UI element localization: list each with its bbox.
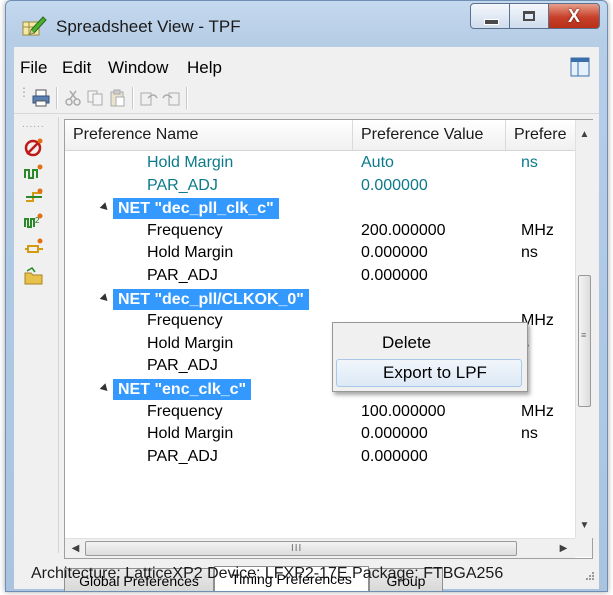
horizontal-scrollbar[interactable]: ◀ III ▶ <box>65 538 575 558</box>
cell-unit: ns <box>521 154 538 171</box>
cell-value: 0.000000 <box>361 425 428 443</box>
side-toolbar: ...... 2 <box>14 117 59 553</box>
cell-name: Hold Margin <box>147 334 234 352</box>
route-icon[interactable] <box>24 237 44 257</box>
cell-name: Hold Margin <box>147 425 234 443</box>
expand-triangle-icon[interactable] <box>99 383 111 394</box>
scroll-grip-icon: ≡ <box>581 330 587 340</box>
cell-value: 0.000000 <box>361 267 428 284</box>
maximize-icon <box>523 11 535 21</box>
status-bar: Architecture: LatticeXP2 Device: LFXP2-1… <box>14 559 599 587</box>
folder-icon[interactable] <box>24 267 44 287</box>
cell-name: Frequency <box>147 402 223 420</box>
cell-value: 200.000000 <box>361 221 446 239</box>
vertical-scrollbar[interactable]: ▲ ≡ ▼ <box>575 120 593 538</box>
cell-value: 0.000000 <box>361 244 428 262</box>
cell-name: PAR_ADJ <box>147 447 218 465</box>
scroll-right-arrow-icon[interactable]: ▶ <box>555 539 572 558</box>
cell-name: Hold Margin <box>147 244 234 262</box>
cell-unit: ns <box>521 244 538 262</box>
scroll-up-arrow-icon[interactable]: ▲ <box>576 126 593 143</box>
cell-value: Auto <box>361 154 394 171</box>
window-title: Spreadsheet View - TPF <box>56 17 241 36</box>
preference-row[interactable]: Hold Margin Auto ns <box>65 152 575 175</box>
menu-bar: File Edit Window Help <box>14 53 599 79</box>
path-icon[interactable] <box>24 187 44 207</box>
cell-name: Frequency <box>147 312 223 330</box>
expand-triangle-icon[interactable] <box>99 292 111 304</box>
vertical-scroll-thumb[interactable]: ≡ <box>578 275 591 407</box>
grid-header: Preference Name Preference Value Prefere <box>65 120 575 151</box>
expand-triangle-icon[interactable] <box>99 202 111 213</box>
client-area: File Edit Window Help ⋮ ...... 2 Prefere… <box>14 47 599 591</box>
menu-help[interactable]: Help <box>187 58 222 78</box>
toolbar-separator <box>132 87 134 109</box>
preference-row[interactable]: PAR_ADJ 0.000000 <box>65 446 575 469</box>
app-window: Spreadsheet View - TPF X File Edit Windo… <box>5 0 608 592</box>
status-text: Architecture: LatticeXP2 Device: LFXP2-1… <box>31 565 504 582</box>
minimize-button[interactable] <box>470 3 510 29</box>
cell-name: Frequency <box>147 221 223 239</box>
preference-row[interactable]: Hold Margin 0.000000 ns <box>65 242 575 265</box>
cell-unit: ns <box>521 425 538 443</box>
pulse-icon[interactable] <box>24 162 44 182</box>
resize-grip-icon[interactable] <box>583 571 595 583</box>
preference-row[interactable]: PAR_ADJ 0.000000 <box>65 265 575 288</box>
horizontal-scroll-thumb[interactable]: III <box>85 541 517 556</box>
group-label: NET "enc_clk_c" <box>113 379 252 400</box>
column-header-name[interactable]: Preference Name <box>65 120 353 150</box>
title-bar[interactable]: Spreadsheet View - TPF X <box>6 1 607 47</box>
mhz-icon[interactable]: 2 <box>24 212 44 232</box>
cut-icon[interactable] <box>64 89 82 107</box>
context-menu-delete[interactable]: Delete <box>336 329 522 357</box>
context-menu-delete-label: Delete <box>382 333 432 352</box>
clock-icon[interactable] <box>24 137 44 157</box>
preference-row[interactable]: Frequency 100.000000 MHz <box>65 401 575 424</box>
close-button[interactable]: X <box>548 3 600 29</box>
cell-name: PAR_ADJ <box>147 357 218 375</box>
layout-icon[interactable] <box>570 57 590 77</box>
context-menu: Delete Export to LPF <box>332 322 528 392</box>
group-row[interactable]: NET "dec_pll_clk_c" <box>65 197 575 220</box>
cell-value: 0.000000 <box>361 176 428 194</box>
scroll-down-arrow-icon[interactable]: ▼ <box>576 517 593 534</box>
toolbar-grip[interactable]: ⋮ <box>18 86 30 98</box>
context-menu-export-to-lpf[interactable]: Export to LPF <box>336 359 522 387</box>
group-label: NET "dec_pll/CLKOK_0" <box>113 288 309 310</box>
print-icon[interactable] <box>32 89 50 107</box>
copy-icon[interactable] <box>86 89 104 107</box>
preference-row[interactable]: Frequency 200.000000 MHz <box>65 220 575 243</box>
close-icon: X <box>567 6 580 26</box>
preference-row[interactable]: Hold Margin 0.000000 ns <box>65 423 575 446</box>
redo-icon[interactable] <box>162 89 180 107</box>
toolbar-separator <box>186 87 188 109</box>
scroll-left-arrow-icon[interactable]: ◀ <box>67 539 84 558</box>
side-toolbar-grip[interactable]: ...... <box>22 119 45 130</box>
toolbar: ⋮ <box>14 83 599 114</box>
cell-value: 0.000000 <box>361 447 428 465</box>
toolbar-separator <box>56 87 58 109</box>
context-menu-export-label: Export to LPF <box>383 363 487 382</box>
scroll-corner <box>575 538 592 557</box>
cell-name: PAR_ADJ <box>147 267 218 284</box>
group-label: NET "dec_pll_clk_c" <box>113 198 279 220</box>
preference-row[interactable]: PAR_ADJ 0.000000 <box>65 175 575 198</box>
menu-window[interactable]: Window <box>108 58 168 78</box>
cell-unit: MHz <box>521 221 554 239</box>
cell-unit: MHz <box>521 402 554 420</box>
cell-name: Hold Margin <box>147 154 234 171</box>
pencil-spreadsheet-icon <box>22 16 47 36</box>
maximize-button[interactable] <box>509 3 549 29</box>
menu-edit[interactable]: Edit <box>62 58 91 78</box>
cell-name: PAR_ADJ <box>147 176 218 194</box>
group-row[interactable]: NET "dec_pll/CLKOK_0" <box>65 288 575 311</box>
scroll-grip-icon: III <box>291 543 303 554</box>
undo-icon[interactable] <box>140 89 158 107</box>
paste-icon[interactable] <box>108 89 126 107</box>
menu-file[interactable]: File <box>20 58 47 78</box>
column-header-value[interactable]: Preference Value <box>353 120 506 150</box>
cell-value: 100.000000 <box>361 402 446 420</box>
minimize-icon <box>484 19 499 25</box>
column-header-unit[interactable]: Prefere <box>506 120 575 150</box>
